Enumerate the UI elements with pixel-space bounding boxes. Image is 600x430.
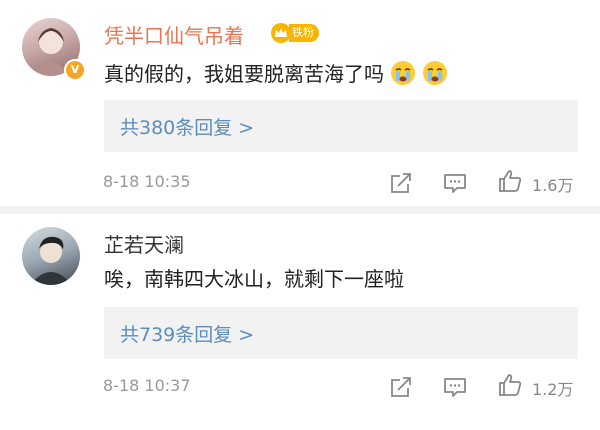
username[interactable]: 凭半口仙气吊着 [104,20,244,49]
comment-body: 唉，南韩四大冰山，就剩下一座啦 [104,267,404,291]
share-icon[interactable] [388,170,414,196]
like-icon[interactable] [497,372,523,398]
like-count: 1.6万 [532,176,574,195]
avatar[interactable] [22,227,80,285]
comment-text: 真的假的，我姐要脱离苦海了吗 [104,58,448,87]
crying-face-icon [391,60,415,85]
fan-badge-label: 铁粉 [289,24,319,42]
comment-item: V 凭半口仙气吊着 铁粉 真的假的，我姐要脱离苦海了吗 共380条回复 > 8-… [0,0,600,213]
timestamp: 8-18 10:35 [103,172,191,191]
like-icon[interactable] [497,168,523,194]
comment-item: 芷若天澜 唉，南韩四大冰山，就剩下一座啦 共739条回复 > 8-18 10:3… [0,213,600,430]
replies-box[interactable]: 共380条回复 > [104,100,578,152]
like-count: 1.2万 [532,380,574,399]
timestamp: 8-18 10:37 [103,376,191,395]
comment-body: 真的假的，我姐要脱离苦海了吗 [104,62,384,86]
view-replies-link[interactable]: 共380条回复 > [120,113,254,140]
replies-box[interactable]: 共739条回复 > [104,307,578,359]
username[interactable]: 芷若天澜 [104,229,184,258]
comment-icon[interactable] [442,374,468,400]
fan-badge: 铁粉 [270,22,319,44]
share-icon[interactable] [388,374,414,400]
comment-icon[interactable] [442,170,468,196]
verified-icon: V [64,59,86,81]
comment-text: 唉，南韩四大冰山，就剩下一座啦 [104,263,404,292]
crying-face-icon [423,60,447,85]
view-replies-link[interactable]: 共739条回复 > [120,320,254,347]
